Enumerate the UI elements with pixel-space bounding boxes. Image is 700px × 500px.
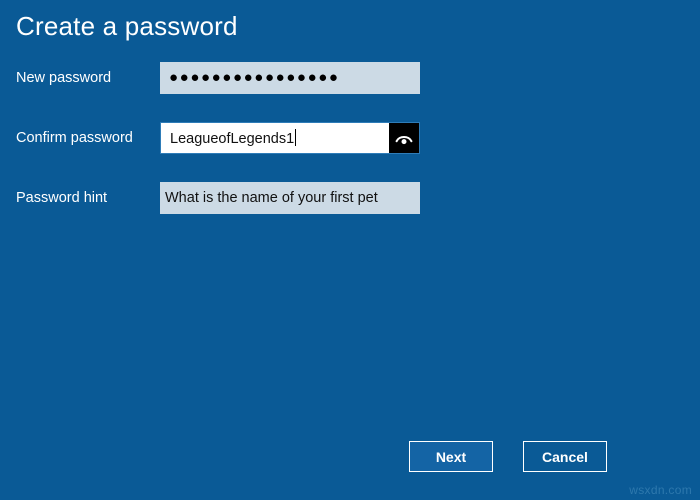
- new-password-input[interactable]: ●●●●●●●●●●●●●●●●: [160, 62, 420, 94]
- reveal-password-icon[interactable]: [389, 123, 419, 153]
- next-button[interactable]: Next: [407, 439, 495, 474]
- new-password-label: New password: [16, 70, 112, 86]
- form-row-new-password: New password ●●●●●●●●●●●●●●●●: [0, 62, 700, 122]
- cancel-button[interactable]: Cancel: [523, 441, 607, 472]
- new-password-field-wrap: ●●●●●●●●●●●●●●●●: [160, 62, 420, 94]
- form-row-confirm-password: Confirm password LeagueofLegends1: [0, 122, 700, 182]
- form-row-password-hint: Password hint What is the name of your f…: [0, 182, 700, 242]
- password-hint-field-wrap: What is the name of your first pet: [160, 182, 420, 214]
- password-hint-value: What is the name of your first pet: [165, 190, 378, 206]
- confirm-password-input[interactable]: LeagueofLegends1: [160, 122, 420, 154]
- password-hint-input[interactable]: What is the name of your first pet: [160, 182, 420, 214]
- password-hint-label: Password hint: [16, 190, 108, 206]
- password-form: New password ●●●●●●●●●●●●●●●● Confirm pa…: [0, 62, 700, 242]
- text-caret: [295, 129, 297, 146]
- confirm-password-field-wrap: LeagueofLegends1: [160, 122, 420, 154]
- confirm-password-label: Confirm password: [16, 130, 133, 146]
- dialog-footer: Next Cancel: [0, 439, 700, 474]
- confirm-password-value: LeagueofLegends1: [170, 131, 295, 147]
- create-password-dialog: Create a password New password ●●●●●●●●●…: [0, 0, 700, 500]
- watermark: wsxdn.com: [629, 483, 692, 497]
- page-title: Create a password: [16, 11, 238, 41]
